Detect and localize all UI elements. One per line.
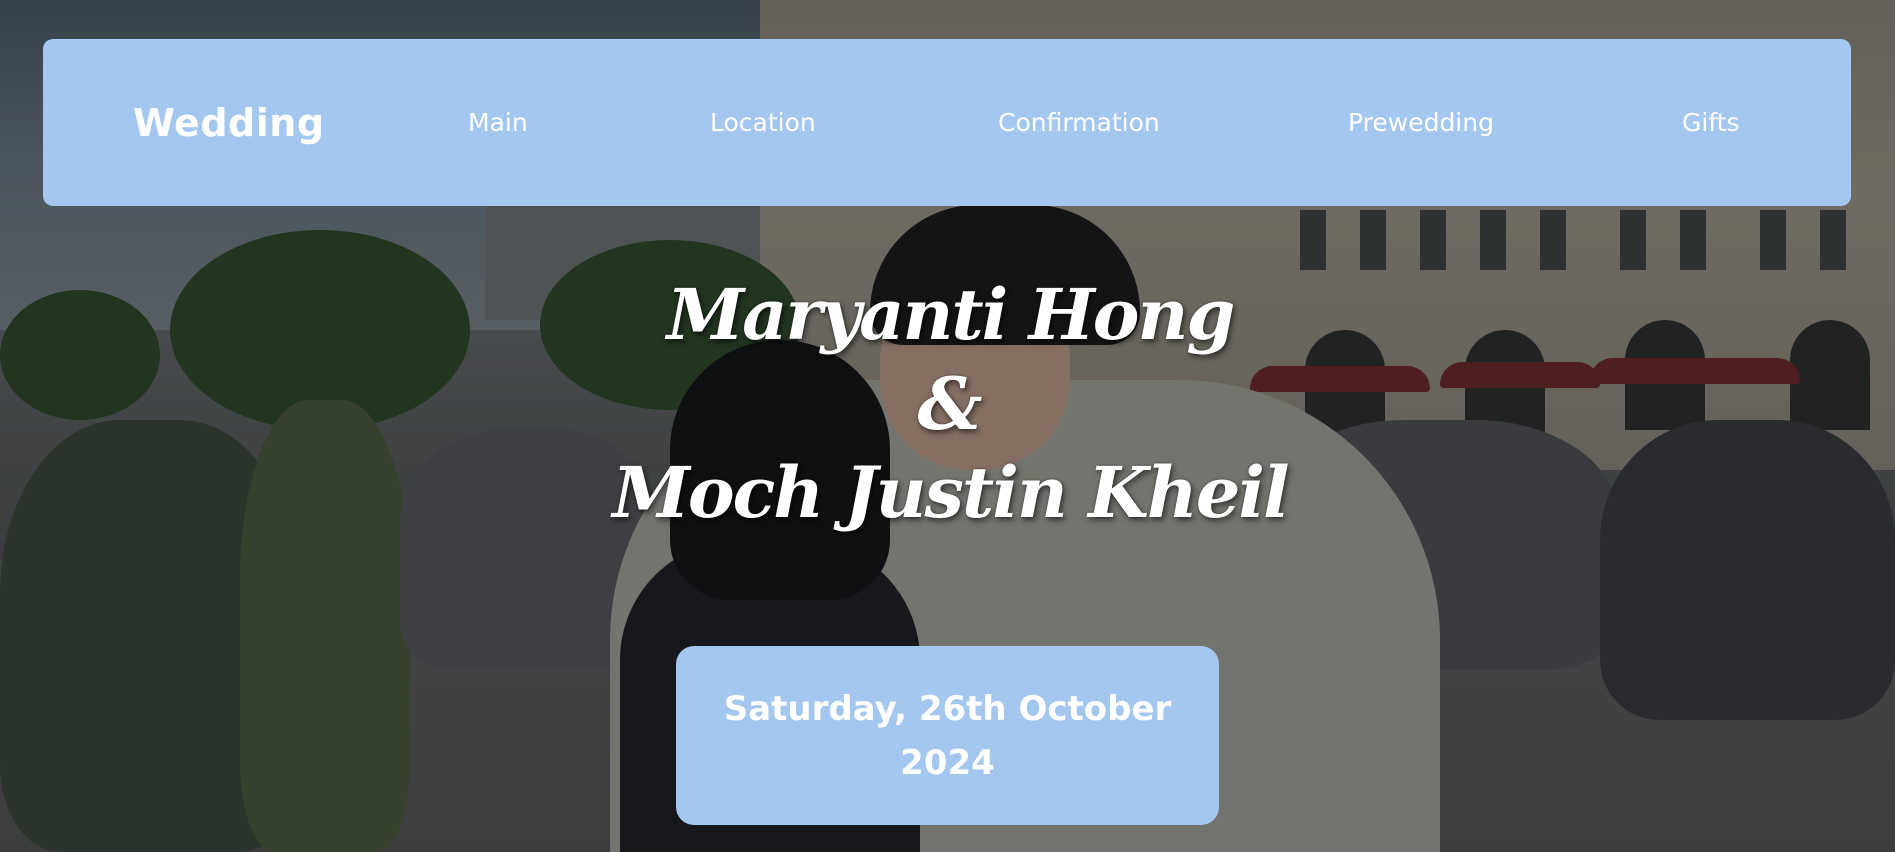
nav-item-gifts[interactable]: Gifts [1682, 39, 1740, 206]
wedding-date: Saturday, 26th October 2024 [723, 688, 1172, 783]
wedding-date-card: Saturday, 26th October 2024 [676, 646, 1219, 825]
bride-name: Maryanti Hong [666, 273, 1236, 356]
groom-name: Moch Justin Kheil [612, 451, 1289, 534]
nav-item-location[interactable]: Location [710, 39, 816, 206]
ampersand: & [917, 361, 983, 446]
couple-names: Maryanti Hong & Moch Justin Kheil [600, 270, 1300, 538]
nav-item-main[interactable]: Main [468, 39, 528, 206]
nav-item-prewedding[interactable]: Prewedding [1348, 39, 1494, 206]
nav-item-confirmation[interactable]: Confirmation [998, 39, 1160, 206]
navbar: Wedding Main Location Confirmation Prewe… [43, 39, 1851, 206]
brand-logo[interactable]: Wedding [133, 39, 325, 206]
